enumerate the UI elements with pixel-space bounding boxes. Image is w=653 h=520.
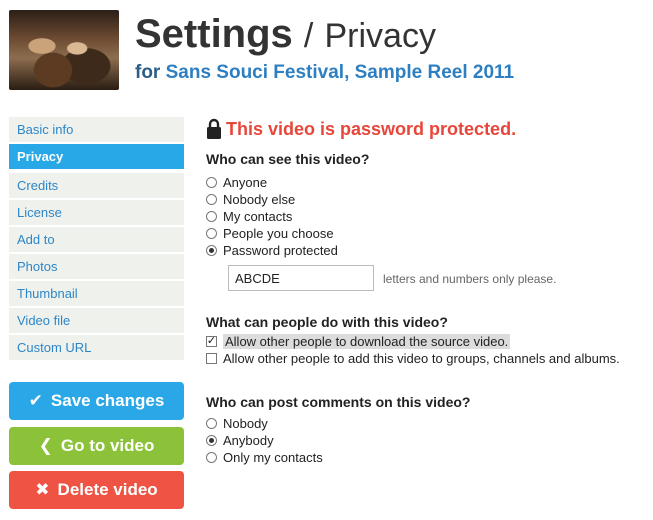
password-warning: This video is password protected. [206,118,516,140]
visibility-radio-nobody-else[interactable] [206,194,217,205]
visibility-label-people-you-choose: People you choose [223,226,334,241]
allow-add-to-groups-checkbox[interactable] [206,353,217,364]
comments-heading: Who can post comments on this video? [206,394,471,410]
comments-option-nobody[interactable]: Nobody [206,415,268,432]
video-subtitle: for Sans Souci Festival, Sample Reel 201… [135,62,514,84]
allow-add-to-groups-option[interactable]: Allow other people to add this video to … [206,350,620,367]
allow-add-to-groups-label: Allow other people to add this video to … [223,351,620,366]
comments-label-nobody: Nobody [223,416,268,431]
title-settings: Settings [135,12,293,56]
visibility-option-nobody-else[interactable]: Nobody else [206,191,295,208]
comments-option-anybody[interactable]: Anybody [206,432,274,449]
visibility-radio-my-contacts[interactable] [206,211,217,222]
sidebar-item-privacy[interactable]: Privacy [9,144,184,169]
settings-sidebar: Basic info Privacy Credits License Add t… [9,117,184,362]
what-can-do-heading: What can people do with this video? [206,314,448,330]
visibility-radio-password-protected[interactable] [206,245,217,256]
save-changes-button[interactable]: ✔ Save changes [9,382,184,420]
video-thumbnail [9,10,119,90]
comments-radio-only-my-contacts[interactable] [206,452,217,463]
sidebar-item-basic-info[interactable]: Basic info [9,117,184,142]
x-icon: ✖ [35,480,50,499]
comments-radio-anybody[interactable] [206,435,217,446]
go-to-video-button[interactable]: ❮ Go to video [9,427,184,465]
allow-download-option[interactable]: ✓ Allow other people to download the sour… [206,333,511,350]
visibility-option-my-contacts[interactable]: My contacts [206,208,292,225]
title-section: Privacy [324,17,436,55]
checkmark-icon: ✔ [28,391,43,410]
visibility-option-people-you-choose[interactable]: People you choose [206,225,334,242]
sidebar-item-credits[interactable]: Credits [9,173,184,198]
visibility-label-password-protected: Password protected [223,243,338,258]
sidebar-item-license[interactable]: License [9,200,184,225]
sidebar-item-custom-url[interactable]: Custom URL [9,335,184,360]
sidebar-item-video-file[interactable]: Video file [9,308,184,333]
allow-download-label: Allow other people to download the sourc… [223,334,511,349]
title-separator: / [303,17,314,55]
password-warning-text: This video is password protected. [226,118,517,139]
visibility-label-anyone: Anyone [223,175,268,190]
sidebar-item-add-to[interactable]: Add to [9,227,184,252]
chevron-left-icon: ❮ [38,436,53,455]
visibility-label-my-contacts: My contacts [223,209,293,224]
visibility-radio-people-you-choose[interactable] [206,228,217,239]
allow-download-checkbox[interactable]: ✓ [206,336,217,347]
visibility-option-anyone[interactable]: Anyone [206,174,267,191]
password-input[interactable] [228,265,374,291]
save-changes-label: Save changes [50,391,165,410]
delete-video-label: Delete video [57,480,158,499]
comments-label-anybody: Anybody [223,433,274,448]
visibility-radio-anyone[interactable] [206,177,217,188]
for-label: for [135,62,161,83]
sidebar-item-thumbnail[interactable]: Thumbnail [9,281,184,306]
who-can-see-heading: Who can see this video? [206,151,370,167]
password-hint: letters and numbers only please. [383,272,557,286]
comments-option-only-my-contacts[interactable]: Only my contacts [206,449,323,466]
lock-icon [207,118,221,139]
sidebar-item-photos[interactable]: Photos [9,254,184,279]
comments-radio-nobody[interactable] [206,418,217,429]
comments-label-only-my-contacts: Only my contacts [223,450,323,465]
go-to-video-label: Go to video [60,436,155,455]
visibility-option-password-protected[interactable]: Password protected [206,242,338,259]
page-title: Settings / Privacy [135,10,436,60]
visibility-label-nobody-else: Nobody else [223,192,296,207]
video-title-link[interactable]: Sans Souci Festival, Sample Reel 2011 [166,62,515,83]
delete-video-button[interactable]: ✖ Delete video [9,471,184,509]
